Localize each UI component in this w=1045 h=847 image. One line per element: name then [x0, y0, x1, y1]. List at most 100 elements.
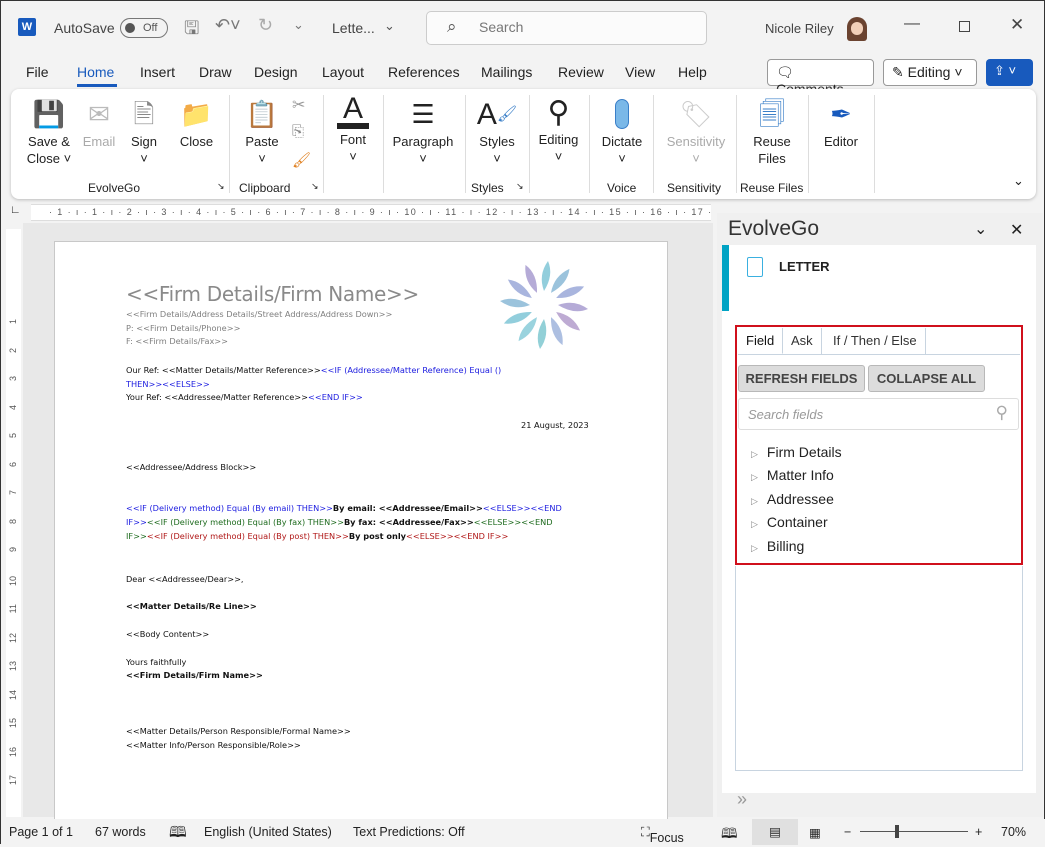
tab-review[interactable]: Review [558, 64, 604, 80]
font-button[interactable]: A Font ˅ [333, 93, 373, 165]
word-count[interactable]: 67 words [95, 825, 146, 839]
divider [653, 95, 654, 193]
undo-icon[interactable]: ↶˅ [215, 15, 241, 36]
zoom-slider[interactable] [860, 825, 968, 838]
doc-re-line: <<Matter Details/Re Line>> [126, 601, 257, 611]
tab-selector-icon[interactable]: ∟ [10, 204, 21, 216]
redo-icon[interactable]: ↻ [258, 15, 273, 36]
comments-button[interactable]: 🗨 Comments [767, 59, 874, 97]
expand-panel-icon[interactable]: » [737, 789, 747, 810]
tree-item-firm-details[interactable]: ▷ Firm Details [751, 444, 842, 460]
copy-icon[interactable]: ⎘ [292, 123, 304, 140]
autosave-toggle[interactable]: Off [120, 18, 168, 38]
horizontal-ruler[interactable]: · 1 · ı · 1 · ı · 2 · ı · 3 · ı · 4 · ı … [31, 204, 711, 221]
close-window-icon[interactable]: ✕ [1010, 15, 1024, 35]
tab-field[interactable]: Field [738, 328, 784, 354]
logo-petal [558, 302, 588, 312]
zoom-slider-thumb[interactable] [894, 825, 899, 838]
editing-mode-button[interactable]: ✎ Editing ˅ [883, 59, 977, 86]
divider [229, 95, 230, 193]
panel-close-icon[interactable]: ✕ [1010, 220, 1023, 240]
print-layout-icon[interactable]: ▤ [752, 819, 798, 845]
search-box[interactable]: ⌕ Search [426, 11, 707, 45]
logo-petal [537, 319, 547, 349]
focus-button[interactable]: ⛶ Focus [641, 825, 684, 845]
divider [589, 95, 590, 193]
tree-item-container[interactable]: ▷ Container [751, 514, 828, 530]
tab-view[interactable]: View [625, 64, 655, 80]
vruler-mark: 13 [8, 661, 18, 672]
tab-references[interactable]: References [388, 64, 460, 80]
doc-phone: P: <<Firm Details/Phone>> [126, 323, 241, 333]
collapse-ribbon-icon[interactable]: ⌄ [1013, 173, 1024, 189]
search-fields-input[interactable]: Search fields ⚲ [738, 398, 1019, 430]
tab-home[interactable]: Home [77, 64, 114, 80]
tree-item-billing[interactable]: ▷ Billing [751, 538, 804, 554]
doc-date: 21 August, 2023 [521, 420, 589, 430]
dictate-button[interactable]: Dictate ˅ [597, 95, 647, 167]
cut-icon[interactable]: ✂ [292, 95, 305, 115]
email-button[interactable]: ✉ Email [79, 95, 119, 150]
save-close-label-2: Close ˅ [26, 151, 72, 166]
sensitivity-button[interactable]: 🏷 Sensitivity ˅ [661, 95, 731, 167]
more-commands-icon[interactable]: ⌄ [293, 17, 304, 33]
zoom-out-button[interactable]: − [844, 825, 851, 839]
tree-item-matter-info[interactable]: ▷ Matter Info [751, 467, 834, 483]
editing-button[interactable]: ⚲ Editing ˅ [536, 93, 581, 165]
vertical-ruler[interactable]: 1 2 3 4 5 6 7 8 9 10 11 12 13 14 15 16 17 [6, 229, 21, 817]
styles-launcher-icon[interactable]: ↘ [516, 181, 524, 192]
sign-label: Sign [130, 134, 158, 149]
clipboard-launcher-icon[interactable]: ↘ [311, 181, 319, 192]
tab-if-then-else[interactable]: If / Then / Else [825, 328, 926, 354]
sign-icon: 🖹 [133, 98, 155, 129]
tab-draw[interactable]: Draw [199, 64, 232, 80]
save-close-button[interactable]: 💾 Save & Close ˅ [19, 95, 79, 167]
title-chevron-icon[interactable]: ⌄ [384, 18, 395, 34]
tab-layout[interactable]: Layout [322, 64, 364, 80]
page-count[interactable]: Page 1 of 1 [9, 825, 73, 839]
format-painter-icon[interactable]: 🖌 [292, 151, 311, 169]
share-button[interactable]: ⇪ ˅ [986, 59, 1033, 86]
sign-button[interactable]: 🖹 Sign ˅ [124, 95, 164, 167]
tree-item-addressee[interactable]: ▷ Addressee [751, 491, 834, 507]
minimize-icon[interactable]: — [904, 15, 920, 33]
zoom-level[interactable]: 70% [1001, 825, 1026, 839]
expand-arrow-icon: ▷ [751, 449, 758, 459]
avatar[interactable] [847, 17, 867, 41]
user-name[interactable]: Nicole Riley [765, 21, 834, 36]
proofing-icon[interactable]: 🕮 [169, 822, 187, 847]
accent-bar [722, 245, 729, 311]
tab-insert[interactable]: Insert [140, 64, 175, 80]
tab-ask[interactable]: Ask [783, 328, 822, 354]
tab-file[interactable]: File [26, 64, 49, 80]
ribbon: 💾 Save & Close ˅ ✉ Email 🖹 Sign ˅ 📁 Close Evol… [11, 89, 1036, 199]
refresh-fields-button[interactable]: REFRESH FIELDS [738, 365, 865, 392]
vruler-mark: 3 [8, 376, 18, 382]
evolvego-launcher-icon[interactable]: ↘ [217, 181, 225, 192]
search-fields-placeholder: Search fields [748, 407, 824, 422]
read-mode-icon[interactable]: 🕮 [721, 823, 738, 847]
doc-delivery-line-3: IF>><<IF (Delivery method) Equal (By pos… [126, 531, 509, 541]
collapse-all-button[interactable]: COLLAPSE ALL [868, 365, 985, 392]
close-button[interactable]: 📁 Close [174, 95, 219, 150]
web-layout-icon[interactable]: ▦ [809, 825, 821, 840]
vruler-mark: 10 [8, 575, 18, 586]
reuse-files-button[interactable]: 🗐 Reuse Files [746, 95, 798, 167]
tab-design[interactable]: Design [254, 64, 298, 80]
panel-options-chevron-icon[interactable]: ⌄ [974, 219, 987, 239]
doc-address: <<Firm Details/Address Details/Street Ad… [126, 309, 393, 319]
tab-mailings[interactable]: Mailings [481, 64, 532, 80]
zoom-in-button[interactable]: + [975, 825, 982, 839]
maximize-icon[interactable] [959, 21, 970, 32]
styles-button[interactable]: A 🖌 Styles ˅ [476, 95, 518, 167]
editor-button[interactable]: ✒ Editor [816, 95, 866, 150]
group-sensitivity-label: Sensitivity [667, 181, 722, 195]
document-title[interactable]: Lette... [332, 20, 375, 36]
vruler-mark: 16 [8, 746, 18, 757]
language[interactable]: English (United States) [204, 825, 332, 839]
text-predictions[interactable]: Text Predictions: Off [353, 825, 465, 839]
save-icon[interactable]: 🖫 [184, 16, 199, 46]
paste-button[interactable]: 📋 Paste ˅ [241, 95, 283, 167]
tab-help[interactable]: Help [678, 64, 707, 80]
paragraph-button[interactable]: ☰ Paragraph ˅ [391, 95, 455, 167]
